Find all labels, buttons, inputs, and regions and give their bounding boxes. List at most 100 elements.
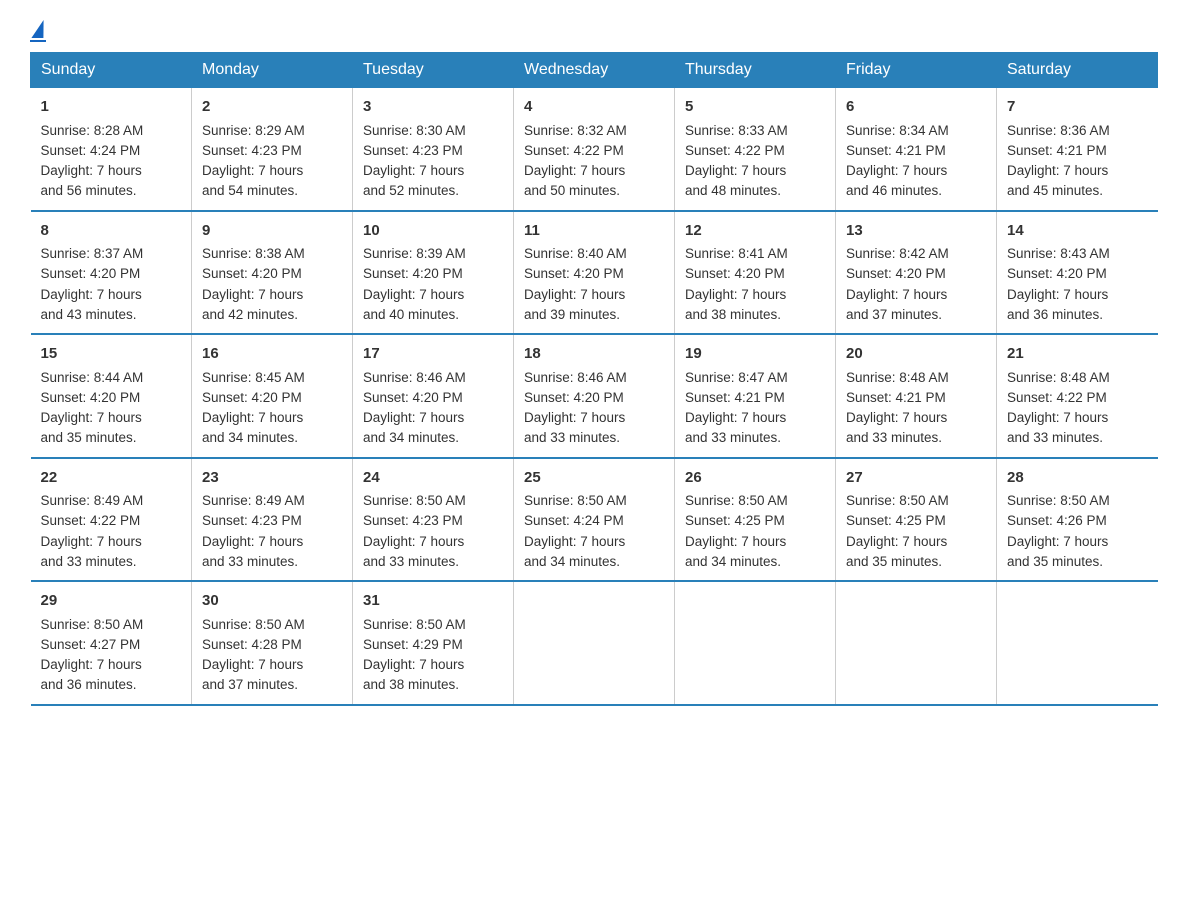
day-number: 2	[202, 96, 342, 119]
header-cell-sunday: Sunday	[31, 53, 192, 88]
daylight-minutes: and 36 minutes.	[41, 677, 137, 692]
daylight-minutes: and 35 minutes.	[846, 554, 942, 569]
day-number: 31	[363, 590, 503, 613]
day-cell: 20Sunrise: 8:48 AMSunset: 4:21 PMDayligh…	[836, 334, 997, 458]
page-header	[30, 20, 1158, 42]
sunset-text: Sunset: 4:22 PM	[1007, 390, 1107, 405]
day-cell: 22Sunrise: 8:49 AMSunset: 4:22 PMDayligh…	[31, 458, 192, 582]
sunset-text: Sunset: 4:21 PM	[846, 143, 946, 158]
sunset-text: Sunset: 4:24 PM	[41, 143, 141, 158]
day-number: 6	[846, 96, 986, 119]
day-cell: 6 Sunrise: 8:34 AM Sunset: 4:21 PM Daylight…	[836, 88, 997, 211]
day-cell: 23Sunrise: 8:49 AMSunset: 4:23 PMDayligh…	[192, 458, 353, 582]
day-cell: 3Sunrise: 8:30 AMSunset: 4:23 PMDaylight…	[353, 88, 514, 211]
day-number: 28	[1007, 467, 1148, 490]
day-cell: 18Sunrise: 8:46 AMSunset: 4:20 PMDayligh…	[514, 334, 675, 458]
sunrise-text: Sunrise: 8:50 AM	[1007, 493, 1110, 508]
daylight-text: Daylight: 7 hours	[41, 410, 142, 425]
daylight-minutes: and 34 minutes.	[524, 554, 620, 569]
header-row: SundayMondayTuesdayWednesdayThursdayFrid…	[31, 53, 1158, 88]
daylight-minutes: and 33 minutes.	[685, 430, 781, 445]
sunset-text: Sunset: 4:22 PM	[41, 513, 141, 528]
day-number: 3	[363, 96, 503, 119]
sunrise-text: Sunrise: 8:49 AM	[202, 493, 305, 508]
calendar-header: SundayMondayTuesdayWednesdayThursdayFrid…	[31, 53, 1158, 88]
sunrise-text: Sunrise: 8:50 AM	[363, 493, 466, 508]
week-row: 29Sunrise: 8:50 AMSunset: 4:27 PMDayligh…	[31, 581, 1158, 705]
daylight-minutes: and 34 minutes.	[685, 554, 781, 569]
daylight-text: Daylight: 7 hours	[41, 287, 142, 302]
daylight-text: Daylight: 7 hours	[1007, 163, 1108, 178]
sunrise-text: Sunrise: 8:50 AM	[524, 493, 627, 508]
calendar-body: 1Sunrise: 8:28 AMSunset: 4:24 PMDaylight…	[31, 88, 1158, 705]
daylight-text: Daylight: 7 hours	[685, 287, 786, 302]
header-cell-monday: Monday	[192, 53, 353, 88]
day-number: 16	[202, 343, 342, 366]
sunset-text: Sunset: 4:20 PM	[202, 390, 302, 405]
daylight-text: Daylight: 7 hours	[1007, 534, 1108, 549]
daylight-text: Daylight: 7 hours	[41, 657, 142, 672]
day-cell: 10Sunrise: 8:39 AMSunset: 4:20 PMDayligh…	[353, 211, 514, 335]
day-cell	[997, 581, 1158, 705]
day-cell: 25Sunrise: 8:50 AMSunset: 4:24 PMDayligh…	[514, 458, 675, 582]
daylight-text: Daylight: 7 hours	[846, 287, 947, 302]
day-number: 7	[1007, 96, 1148, 119]
daylight-text: Daylight: 7 hours	[41, 534, 142, 549]
sunrise-text: Sunrise: 8:44 AM	[41, 370, 144, 385]
daylight-text: Daylight: 7 hours	[202, 410, 303, 425]
sunrise-text: Sunrise: 8:33 AM	[685, 123, 788, 138]
sunrise-text: Sunrise: 8:50 AM	[685, 493, 788, 508]
daylight-text: Daylight: 7 hours	[685, 410, 786, 425]
daylight-text: Daylight: 7 hours	[846, 163, 947, 178]
sunrise-text: Sunrise: 8:39 AM	[363, 246, 466, 261]
sunrise-text: Sunrise: 8:34 AM	[846, 123, 949, 138]
day-number: 29	[41, 590, 182, 613]
header-cell-thursday: Thursday	[675, 53, 836, 88]
day-cell: 16Sunrise: 8:45 AMSunset: 4:20 PMDayligh…	[192, 334, 353, 458]
daylight-text: Daylight: 7 hours	[202, 287, 303, 302]
sunrise-text: Sunrise: 8:30 AM	[363, 123, 466, 138]
daylight-text: Daylight: 7 hours	[1007, 410, 1108, 425]
sunrise-text: Sunrise: 8:42 AM	[846, 246, 949, 261]
daylight-minutes: and 48 minutes.	[685, 183, 781, 198]
day-number: 14	[1007, 220, 1148, 243]
sunset-text: Sunset: 4:20 PM	[1007, 266, 1107, 281]
day-cell: 2Sunrise: 8:29 AMSunset: 4:23 PMDaylight…	[192, 88, 353, 211]
daylight-minutes: and 35 minutes.	[41, 430, 137, 445]
day-number: 27	[846, 467, 986, 490]
header-cell-wednesday: Wednesday	[514, 53, 675, 88]
day-number: 23	[202, 467, 342, 490]
day-cell: 8Sunrise: 8:37 AMSunset: 4:20 PMDaylight…	[31, 211, 192, 335]
day-number: 8	[41, 220, 182, 243]
daylight-minutes: and 50 minutes.	[524, 183, 620, 198]
day-number: 18	[524, 343, 664, 366]
calendar-table: SundayMondayTuesdayWednesdayThursdayFrid…	[30, 52, 1158, 706]
daylight-text: Daylight: 7 hours	[363, 287, 464, 302]
day-cell: 15Sunrise: 8:44 AMSunset: 4:20 PMDayligh…	[31, 334, 192, 458]
sunrise-text: Sunrise: 8:50 AM	[846, 493, 949, 508]
day-cell: 21Sunrise: 8:48 AMSunset: 4:22 PMDayligh…	[997, 334, 1158, 458]
day-number: 22	[41, 467, 182, 490]
sunrise-text: Sunrise: 8:40 AM	[524, 246, 627, 261]
daylight-minutes: and 37 minutes.	[202, 677, 298, 692]
sunrise-text: Sunrise: 8:43 AM	[1007, 246, 1110, 261]
sunset-text: Sunset: 4:20 PM	[524, 266, 624, 281]
sunrise-text: Sunrise: 8:47 AM	[685, 370, 788, 385]
day-number: 15	[41, 343, 182, 366]
day-cell: 27Sunrise: 8:50 AMSunset: 4:25 PMDayligh…	[836, 458, 997, 582]
sunset-text: Sunset: 4:26 PM	[1007, 513, 1107, 528]
sunrise-text: Sunrise: 8:50 AM	[41, 617, 144, 632]
daylight-text: Daylight: 7 hours	[685, 534, 786, 549]
sunset-text: Sunset: 4:21 PM	[846, 390, 946, 405]
sunset-text: Sunset: 4:20 PM	[41, 266, 141, 281]
sunset-text: Sunset: 4:21 PM	[685, 390, 785, 405]
header-cell-saturday: Saturday	[997, 53, 1158, 88]
day-number: 12	[685, 220, 825, 243]
sunrise-text: Sunrise: 8:36 AM	[1007, 123, 1110, 138]
day-cell	[675, 581, 836, 705]
daylight-minutes: and 45 minutes.	[1007, 183, 1103, 198]
daylight-minutes: and 38 minutes.	[685, 307, 781, 322]
daylight-text: Daylight: 7 hours	[846, 410, 947, 425]
day-cell: 28 Sunrise: 8:50 AM Sunset: 4:26 PM Dayligh…	[997, 458, 1158, 582]
sunrise-text: Sunrise: 8:38 AM	[202, 246, 305, 261]
